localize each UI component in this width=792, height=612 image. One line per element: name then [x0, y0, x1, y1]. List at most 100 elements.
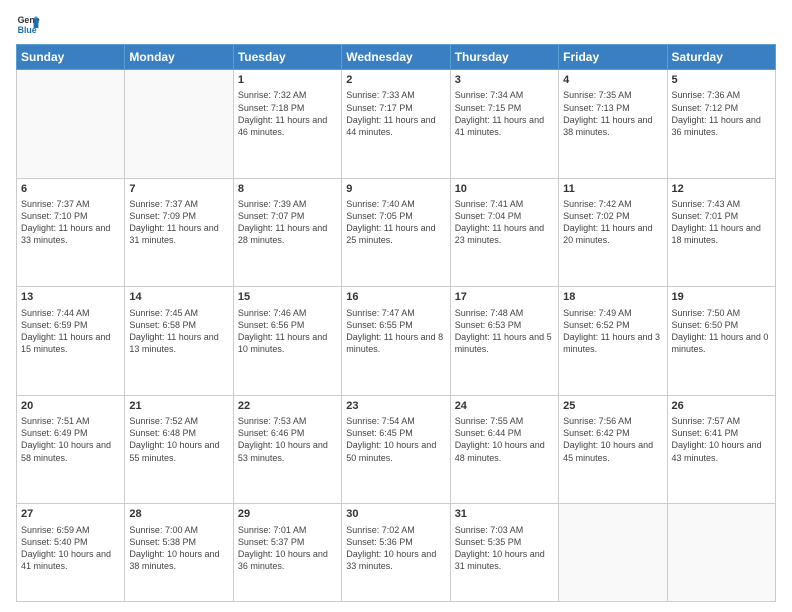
weekday-header-tuesday: Tuesday: [233, 45, 341, 70]
calendar-cell: 10Sunrise: 7:41 AMSunset: 7:04 PMDayligh…: [450, 178, 558, 287]
calendar-cell: 12Sunrise: 7:43 AMSunset: 7:01 PMDayligh…: [667, 178, 775, 287]
calendar-cell: 29Sunrise: 7:01 AMSunset: 5:37 PMDayligh…: [233, 504, 341, 602]
calendar-cell: 30 Sunrise: 7:02 AMSunset: 5:36 PMDayligh…: [342, 504, 450, 602]
cell-info: Sunrise: 7:44 AMSunset: 6:59 PMDaylight:…: [21, 307, 120, 356]
calendar-cell: 13 Sunrise: 7:44 AMSunset: 6:59 PMDayligh…: [17, 287, 125, 396]
cell-info: Sunrise: 7:42 AMSunset: 7:02 PMDaylight:…: [563, 198, 662, 247]
cell-info: Sunrise: 7:32 AMSunset: 7:18 PMDaylight:…: [238, 89, 337, 138]
cell-day-number: 27: [21, 507, 120, 522]
calendar-cell: 2Sunrise: 7:33 AMSunset: 7:17 PMDaylight…: [342, 70, 450, 179]
calendar-cell: 5Sunrise: 7:36 AMSunset: 7:12 PMDaylight…: [667, 70, 775, 179]
cell-day-number: 29: [238, 507, 337, 522]
calendar-cell: 15 Sunrise: 7:46 AMSunset: 6:56 PMDayligh…: [233, 287, 341, 396]
cell-info: Sunrise: 7:00 AMSunset: 5:38 PMDaylight:…: [129, 524, 228, 573]
calendar-cell: 11Sunrise: 7:42 AMSunset: 7:02 PMDayligh…: [559, 178, 667, 287]
weekday-header-wednesday: Wednesday: [342, 45, 450, 70]
calendar-cell: 16 Sunrise: 7:47 AMSunset: 6:55 PMDayligh…: [342, 287, 450, 396]
calendar-cell: 7Sunrise: 7:37 AMSunset: 7:09 PMDaylight…: [125, 178, 233, 287]
cell-info: Sunrise: 7:50 AMSunset: 6:50 PMDaylight:…: [672, 307, 771, 356]
cell-day-number: 4: [563, 73, 662, 88]
cell-info: Sunrise: 7:46 AMSunset: 6:56 PMDaylight:…: [238, 307, 337, 356]
cell-day-number: 19: [672, 290, 771, 305]
cell-day-number: 12: [672, 182, 771, 197]
cell-day-number: 31: [455, 507, 554, 522]
cell-info: Sunrise: 7:39 AMSunset: 7:07 PMDaylight:…: [238, 198, 337, 247]
weekday-header-sunday: Sunday: [17, 45, 125, 70]
cell-info: Sunrise: 7:48 AMSunset: 6:53 PMDaylight:…: [455, 307, 554, 356]
cell-info: Sunrise: 7:41 AMSunset: 7:04 PMDaylight:…: [455, 198, 554, 247]
cell-day-number: 8: [238, 182, 337, 197]
calendar-week-row: 6Sunrise: 7:37 AMSunset: 7:10 PMDaylight…: [17, 178, 776, 287]
cell-day-number: 24: [455, 399, 554, 414]
calendar-cell: 25Sunrise: 7:56 AMSunset: 6:42 PMDayligh…: [559, 395, 667, 504]
calendar-cell: 20Sunrise: 7:51 AMSunset: 6:49 PMDayligh…: [17, 395, 125, 504]
calendar-cell: 18 Sunrise: 7:49 AMSunset: 6:52 PMDayligh…: [559, 287, 667, 396]
cell-info: Sunrise: 7:45 AMSunset: 6:58 PMDaylight:…: [129, 307, 228, 356]
cell-day-number: 16: [346, 290, 445, 305]
cell-info: Sunrise: 7:57 AMSunset: 6:41 PMDaylight:…: [672, 415, 771, 464]
cell-day-number: 18: [563, 290, 662, 305]
calendar-cell: 4Sunrise: 7:35 AMSunset: 7:13 PMDaylight…: [559, 70, 667, 179]
cell-day-number: 6: [21, 182, 120, 197]
calendar-cell: 26Sunrise: 7:57 AMSunset: 6:41 PMDayligh…: [667, 395, 775, 504]
cell-day-number: 10: [455, 182, 554, 197]
calendar-cell: 22Sunrise: 7:53 AMSunset: 6:46 PMDayligh…: [233, 395, 341, 504]
cell-info: Sunrise: 7:54 AMSunset: 6:45 PMDaylight:…: [346, 415, 445, 464]
calendar-cell: 14 Sunrise: 7:45 AMSunset: 6:58 PMDayligh…: [125, 287, 233, 396]
cell-info: Sunrise: 7:33 AMSunset: 7:17 PMDaylight:…: [346, 89, 445, 138]
cell-info: Sunrise: 7:36 AMSunset: 7:12 PMDaylight:…: [672, 89, 771, 138]
cell-day-number: 1: [238, 73, 337, 88]
cell-day-number: 25: [563, 399, 662, 414]
weekday-header-friday: Friday: [559, 45, 667, 70]
calendar-cell: 9Sunrise: 7:40 AMSunset: 7:05 PMDaylight…: [342, 178, 450, 287]
cell-info: Sunrise: 7:56 AMSunset: 6:42 PMDaylight:…: [563, 415, 662, 464]
cell-day-number: 28: [129, 507, 228, 522]
calendar-week-row: 27 Sunrise: 6:59 AMSunset: 5:40 PMDayligh…: [17, 504, 776, 602]
cell-day-number: 9: [346, 182, 445, 197]
cell-day-number: 13: [21, 290, 120, 305]
weekday-header-saturday: Saturday: [667, 45, 775, 70]
header: General Blue: [16, 12, 776, 36]
logo: General Blue: [16, 12, 46, 36]
cell-info: Sunrise: 7:47 AMSunset: 6:55 PMDaylight:…: [346, 307, 445, 356]
weekday-header-row: SundayMondayTuesdayWednesdayThursdayFrid…: [17, 45, 776, 70]
calendar-cell: [667, 504, 775, 602]
calendar-cell: [125, 70, 233, 179]
cell-day-number: 11: [563, 182, 662, 197]
cell-info: Sunrise: 6:59 AMSunset: 5:40 PMDaylight:…: [21, 524, 120, 573]
cell-info: Sunrise: 7:51 AMSunset: 6:49 PMDaylight:…: [21, 415, 120, 464]
cell-day-number: 26: [672, 399, 771, 414]
cell-info: Sunrise: 7:37 AMSunset: 7:09 PMDaylight:…: [129, 198, 228, 247]
calendar-week-row: 13 Sunrise: 7:44 AMSunset: 6:59 PMDayligh…: [17, 287, 776, 396]
cell-info: Sunrise: 7:37 AMSunset: 7:10 PMDaylight:…: [21, 198, 120, 247]
cell-day-number: 14: [129, 290, 228, 305]
cell-day-number: 15: [238, 290, 337, 305]
calendar-cell: 24Sunrise: 7:55 AMSunset: 6:44 PMDayligh…: [450, 395, 558, 504]
weekday-header-monday: Monday: [125, 45, 233, 70]
cell-day-number: 17: [455, 290, 554, 305]
cell-info: Sunrise: 7:35 AMSunset: 7:13 PMDaylight:…: [563, 89, 662, 138]
calendar-cell: 31 Sunrise: 7:03 AMSunset: 5:35 PMDayligh…: [450, 504, 558, 602]
cell-day-number: 7: [129, 182, 228, 197]
cell-day-number: 3: [455, 73, 554, 88]
cell-day-number: 22: [238, 399, 337, 414]
cell-day-number: 30: [346, 507, 445, 522]
cell-info: Sunrise: 7:03 AMSunset: 5:35 PMDaylight:…: [455, 524, 554, 573]
calendar-cell: 1Sunrise: 7:32 AMSunset: 7:18 PMDaylight…: [233, 70, 341, 179]
logo-icon: General Blue: [16, 12, 40, 36]
calendar-cell: 27 Sunrise: 6:59 AMSunset: 5:40 PMDayligh…: [17, 504, 125, 602]
cell-info: Sunrise: 7:49 AMSunset: 6:52 PMDaylight:…: [563, 307, 662, 356]
calendar-cell: [17, 70, 125, 179]
calendar-week-row: 20Sunrise: 7:51 AMSunset: 6:49 PMDayligh…: [17, 395, 776, 504]
cell-day-number: 21: [129, 399, 228, 414]
cell-info: Sunrise: 7:34 AMSunset: 7:15 PMDaylight:…: [455, 89, 554, 138]
cell-info: Sunrise: 7:02 AMSunset: 5:36 PMDaylight:…: [346, 524, 445, 573]
calendar-cell: 19 Sunrise: 7:50 AMSunset: 6:50 PMDayligh…: [667, 287, 775, 396]
calendar-cell: [559, 504, 667, 602]
cell-info: Sunrise: 7:43 AMSunset: 7:01 PMDaylight:…: [672, 198, 771, 247]
calendar-cell: 28 Sunrise: 7:00 AMSunset: 5:38 PMDayligh…: [125, 504, 233, 602]
cell-day-number: 5: [672, 73, 771, 88]
cell-day-number: 2: [346, 73, 445, 88]
cell-day-number: 20: [21, 399, 120, 414]
calendar-cell: 3Sunrise: 7:34 AMSunset: 7:15 PMDaylight…: [450, 70, 558, 179]
